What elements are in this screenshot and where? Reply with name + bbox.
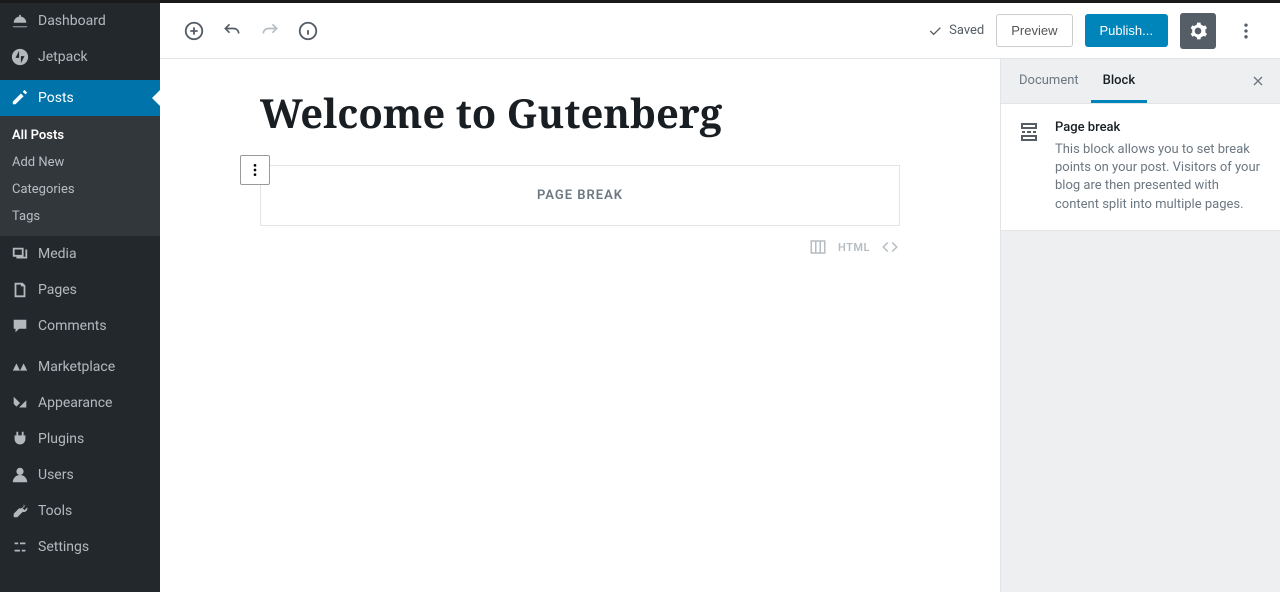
sidebar-label: Plugins: [38, 431, 84, 447]
sidebar-item-comments[interactable]: Comments: [0, 308, 160, 344]
block-footer-tools: HTML: [260, 238, 900, 256]
sidebar-label: Jetpack: [38, 49, 88, 65]
tab-document[interactable]: Document: [1007, 59, 1091, 103]
sidebar-item-tools[interactable]: Tools: [0, 493, 160, 529]
columns-button[interactable]: [808, 238, 828, 256]
sidebar-item-jetpack[interactable]: Jetpack: [0, 39, 160, 75]
sidebar-label: Appearance: [38, 395, 112, 411]
block-description: This block allows you to set break point…: [1055, 141, 1264, 214]
info-button[interactable]: [290, 13, 326, 49]
users-icon: [10, 465, 30, 485]
more-vertical-icon: [247, 162, 263, 178]
sidebar-label: Dashboard: [38, 13, 106, 29]
sidebar-label: Media: [38, 246, 77, 262]
sidebar-item-pages[interactable]: Pages: [0, 272, 160, 308]
check-icon: [927, 23, 943, 39]
sidebar-label: Settings: [38, 539, 89, 555]
dashboard-icon: [10, 11, 30, 31]
sidebar-item-plugins[interactable]: Plugins: [0, 421, 160, 457]
gear-icon: [1188, 21, 1208, 41]
sidebar-label: Users: [38, 467, 74, 483]
columns-icon: [808, 238, 828, 256]
pages-icon: [10, 280, 30, 300]
undo-button[interactable]: [214, 13, 250, 49]
redo-button[interactable]: [252, 13, 288, 49]
sidebar-item-settings[interactable]: Settings: [0, 529, 160, 565]
sidebar-label: Comments: [38, 318, 107, 334]
save-status: Saved: [927, 23, 984, 39]
html-button[interactable]: HTML: [838, 241, 870, 254]
more-vertical-icon: [1236, 21, 1256, 41]
page-break-icon: [1017, 120, 1041, 214]
sidebar-item-users[interactable]: Users: [0, 457, 160, 493]
sidebar-label: Pages: [38, 282, 77, 298]
editor-toolbar: Saved Preview Publish...: [160, 3, 1280, 59]
page-break-block[interactable]: PAGE BREAK: [260, 165, 900, 226]
saved-label: Saved: [949, 23, 984, 38]
sidebar-sub-tags[interactable]: Tags: [0, 203, 160, 230]
preview-button[interactable]: Preview: [996, 14, 1072, 47]
publish-button[interactable]: Publish...: [1085, 14, 1168, 47]
sidebar-item-marketplace[interactable]: Marketplace: [0, 349, 160, 385]
close-inspector-button[interactable]: [1236, 63, 1280, 99]
sidebar-item-posts[interactable]: Posts: [0, 80, 160, 116]
sidebar-label: Tools: [38, 503, 72, 519]
admin-sidebar: Dashboard Jetpack Posts All Posts Add Ne…: [0, 3, 160, 592]
marketplace-icon: [10, 357, 30, 377]
posts-submenu: All Posts Add New Categories Tags: [0, 116, 160, 236]
sidebar-item-dashboard[interactable]: Dashboard: [0, 3, 160, 39]
block-title: Page break: [1055, 120, 1264, 135]
code-button[interactable]: [880, 238, 900, 256]
close-icon: [1250, 73, 1266, 89]
sidebar-label: Posts: [38, 90, 74, 106]
sidebar-sub-add-new[interactable]: Add New: [0, 149, 160, 176]
settings-button[interactable]: [1180, 13, 1216, 49]
sidebar-sub-all-posts[interactable]: All Posts: [0, 122, 160, 149]
sidebar-sub-categories[interactable]: Categories: [0, 176, 160, 203]
inspector-panel: Document Block Page break This block all…: [1000, 59, 1280, 592]
media-icon: [10, 244, 30, 264]
more-button[interactable]: [1228, 13, 1264, 49]
tools-icon: [10, 501, 30, 521]
sidebar-label: Marketplace: [38, 359, 115, 375]
settings-icon: [10, 537, 30, 557]
appearance-icon: [10, 393, 30, 413]
jetpack-icon: [10, 47, 30, 67]
tab-block[interactable]: Block: [1091, 59, 1147, 103]
sidebar-item-media[interactable]: Media: [0, 236, 160, 272]
comments-icon: [10, 316, 30, 336]
sidebar-item-appearance[interactable]: Appearance: [0, 385, 160, 421]
post-title[interactable]: Welcome to Gutenberg: [260, 89, 900, 137]
add-block-button[interactable]: [176, 13, 212, 49]
editor-canvas[interactable]: Welcome to Gutenberg PAGE BREAK HTML: [160, 59, 1000, 592]
plugins-icon: [10, 429, 30, 449]
code-icon: [880, 238, 900, 256]
posts-icon: [10, 88, 30, 108]
block-more-button[interactable]: [240, 155, 270, 185]
